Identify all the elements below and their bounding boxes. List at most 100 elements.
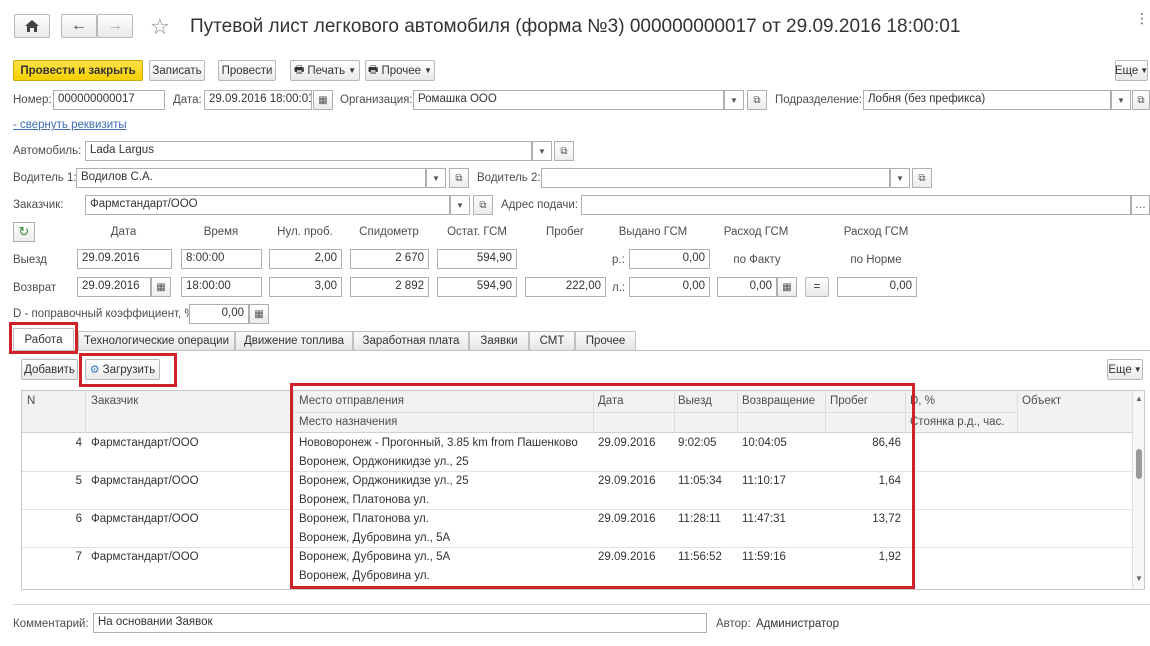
cell-n: 7 <box>75 551 82 563</box>
scroll-down-icon[interactable]: ▼ <box>1135 574 1143 583</box>
driver1-field[interactable]: Водилов С.А. <box>76 168 426 188</box>
cell-departure: 11:28:11 <box>678 513 722 525</box>
calendar-icon[interactable]: ▦ <box>151 277 171 297</box>
departure-zero-run-field[interactable]: 2,00 <box>269 249 342 269</box>
cell-date: 29.09.2016 <box>598 437 656 449</box>
post-button[interactable]: Провести <box>218 60 276 81</box>
comment-field[interactable]: На основании Заявок <box>93 613 707 633</box>
tab-tech-operations[interactable]: Технологические операции <box>78 331 235 350</box>
print-button[interactable]: 🖶 Печать ▼ <box>290 60 360 81</box>
return-fuel-left-field[interactable]: 594,90 <box>437 277 517 297</box>
return-fuel-fact-field[interactable]: 0,00 <box>717 277 777 297</box>
dept-field[interactable]: Лобня (без префикса) <box>863 90 1111 110</box>
th-customer[interactable]: Заказчик <box>91 395 138 407</box>
chevron-down-icon[interactable]: ▼ <box>890 168 910 188</box>
cell-return: 11:47:31 <box>742 513 786 525</box>
open-icon[interactable]: ⧉ <box>473 195 493 215</box>
scrollbar-thumb[interactable] <box>1136 449 1142 479</box>
ellipsis-icon[interactable]: … <box>1131 195 1150 215</box>
star-icon[interactable]: ☆ <box>150 14 170 40</box>
back-button[interactable]: ← <box>61 14 97 38</box>
return-speedometer-field[interactable]: 2 892 <box>350 277 429 297</box>
departure-date-field[interactable]: 29.09.2016 <box>77 249 172 269</box>
calendar-icon[interactable]: ▦ <box>313 90 333 110</box>
return-fuel-norm-field[interactable]: 0,00 <box>837 277 917 297</box>
add-button[interactable]: Добавить <box>21 359 78 380</box>
scroll-up-icon[interactable]: ▲ <box>1135 394 1143 403</box>
table-row[interactable]: 5 Фармстандарт/ООО Воронеж, Орджоникидзе… <box>22 471 1134 509</box>
cell-customer: Фармстандарт/ООО <box>91 513 199 525</box>
chevron-down-icon[interactable]: ▼ <box>1111 90 1131 110</box>
th-parking[interactable]: Стоянка р.д., час. <box>910 416 1005 428</box>
other-button[interactable]: 🖶 Прочее ▼ <box>365 60 435 81</box>
print-label: Печать <box>307 64 346 77</box>
org-field[interactable]: Ромашка ООО <box>413 90 724 110</box>
th-to[interactable]: Место назначения <box>299 416 397 428</box>
tab-other[interactable]: Прочее <box>575 331 636 350</box>
collapse-details-link[interactable]: - свернуть реквизиты <box>13 119 127 131</box>
table-scrollbar[interactable]: ▲ ▼ <box>1132 391 1144 589</box>
return-mileage-field[interactable]: 222,00 <box>525 277 606 297</box>
equals-button[interactable]: = <box>805 277 829 297</box>
open-icon[interactable]: ⧉ <box>554 141 574 161</box>
th-n[interactable]: N <box>27 395 35 407</box>
window-menu-icon[interactable]: ⋮ <box>1135 10 1149 27</box>
col-date-header: Дата <box>110 226 137 238</box>
table-row[interactable]: 6 Фармстандарт/ООО Воронеж, Платонова ул… <box>22 509 1134 547</box>
coef-field[interactable]: 0,00 <box>189 304 249 324</box>
th-from[interactable]: Место отправления <box>299 395 404 407</box>
calculator-icon[interactable]: ▦ <box>249 304 269 324</box>
open-icon[interactable]: ⧉ <box>912 168 932 188</box>
forward-button[interactable]: → <box>97 14 133 38</box>
departure-speedometer-field[interactable]: 2 670 <box>350 249 429 269</box>
return-time-field[interactable]: 18:00:00 <box>181 277 262 297</box>
chevron-down-icon[interactable]: ▼ <box>532 141 552 161</box>
more-button[interactable]: Еще ▼ <box>1115 60 1148 81</box>
driver2-field[interactable] <box>541 168 890 188</box>
chevron-down-icon[interactable]: ▼ <box>724 90 744 110</box>
date-field[interactable]: 29.09.2016 18:00:01 <box>204 90 312 110</box>
chevron-down-icon[interactable]: ▼ <box>426 168 446 188</box>
th-date[interactable]: Дата <box>598 395 623 407</box>
chevron-down-icon[interactable]: ▼ <box>450 195 470 215</box>
open-icon[interactable]: ⧉ <box>449 168 469 188</box>
table-more-button[interactable]: Еще ▼ <box>1107 359 1143 380</box>
home-button[interactable] <box>14 14 50 38</box>
author-value: Администратор <box>756 618 839 630</box>
tab-smt[interactable]: СМТ <box>529 331 575 350</box>
open-icon[interactable]: ⧉ <box>747 90 767 110</box>
calculator-icon[interactable]: ▦ <box>777 277 797 297</box>
th-return[interactable]: Возвращение <box>742 395 815 407</box>
return-zero-run-field[interactable]: 3,00 <box>269 277 342 297</box>
car-field[interactable]: Lada Largus <box>85 141 532 161</box>
col-fuel-norm-header: Расход ГСМ <box>843 226 909 238</box>
cell-customer: Фармстандарт/ООО <box>91 437 199 449</box>
tab-fuel-movement[interactable]: Движение топлива <box>235 331 353 350</box>
cell-departure: 11:56:52 <box>678 551 722 563</box>
other-label: Прочее <box>381 64 422 77</box>
departure-time-field[interactable]: 8:00:00 <box>181 249 262 269</box>
th-pct[interactable]: D, % <box>910 395 935 407</box>
return-date-field[interactable]: 29.09.2016 <box>77 277 151 297</box>
departure-fuel-issued-field[interactable]: 0,00 <box>629 249 710 269</box>
tab-work[interactable]: Работа <box>13 328 74 351</box>
tab-requests[interactable]: Заявки <box>469 331 529 350</box>
refresh-icon[interactable]: ↻ <box>13 222 35 242</box>
post-and-close-button[interactable]: Провести и закрыть <box>13 60 143 81</box>
customer-field[interactable]: Фармстандарт/ООО <box>85 195 450 215</box>
load-button[interactable]: ⚙ Загрузить <box>85 359 160 380</box>
col-speedometer-header: Спидометр <box>359 226 419 238</box>
th-departure[interactable]: Выезд <box>678 395 712 407</box>
table-row[interactable]: 7 Фармстандарт/ООО Воронеж, Дубровина ул… <box>22 547 1134 585</box>
th-mileage[interactable]: Пробег <box>830 395 868 407</box>
save-button[interactable]: Записать <box>149 60 205 81</box>
open-icon[interactable]: ⧉ <box>1132 90 1150 110</box>
number-field[interactable]: 000000000017 <box>53 90 165 110</box>
th-object[interactable]: Объект <box>1022 395 1061 407</box>
return-fuel-issued-field[interactable]: 0,00 <box>629 277 710 297</box>
tab-salary[interactable]: Заработная плата <box>353 331 469 350</box>
address-field[interactable] <box>581 195 1131 215</box>
departure-fuel-left-field[interactable]: 594,90 <box>437 249 517 269</box>
org-label: Организация: <box>340 94 413 106</box>
table-row[interactable]: 4 Фармстандарт/ООО Нововоронеж - Прогонн… <box>22 433 1134 471</box>
